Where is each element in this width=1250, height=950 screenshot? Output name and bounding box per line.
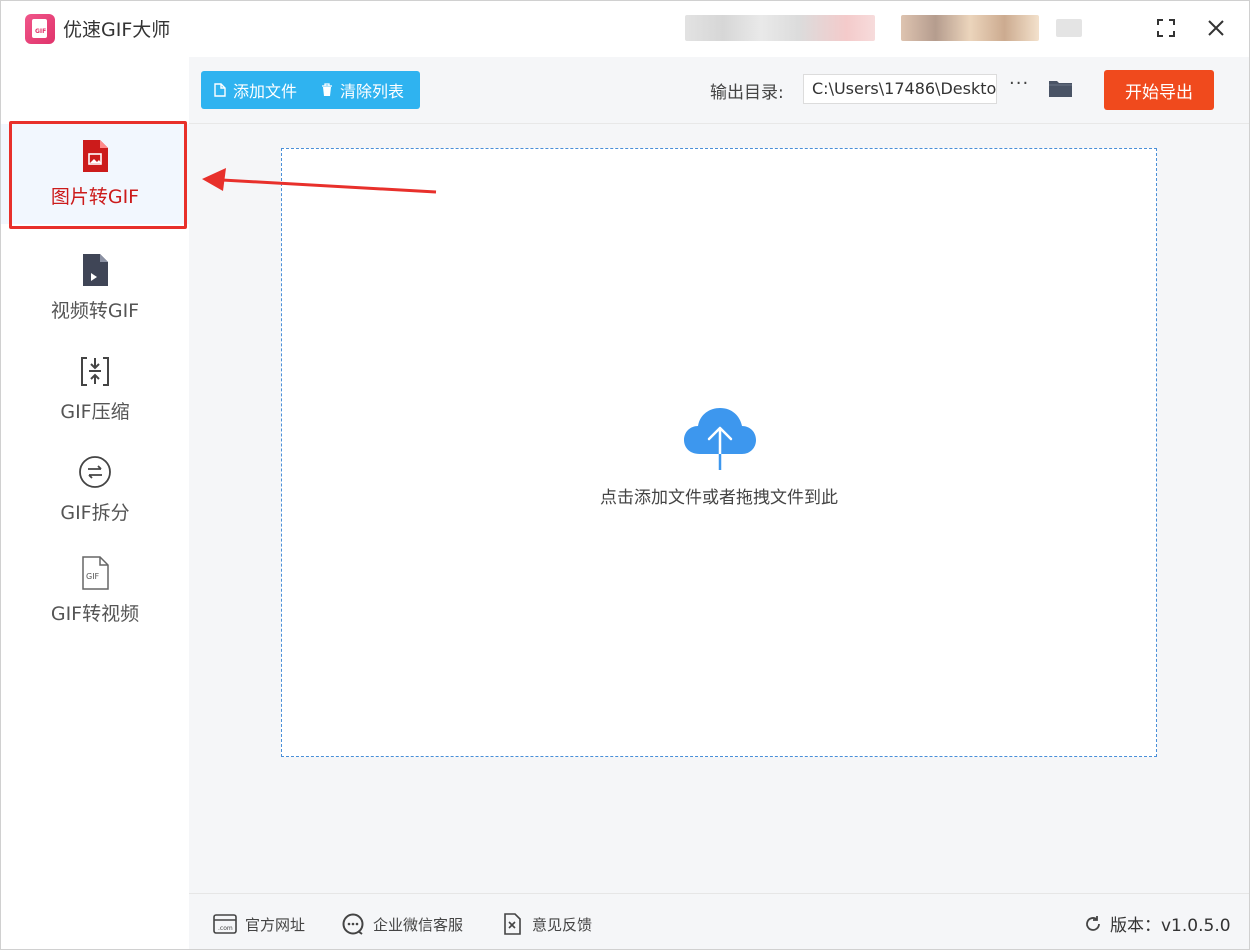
close-icon [1208, 20, 1224, 36]
split-icon [78, 454, 112, 490]
sidebar-item-gif-compress[interactable]: GIF压缩 [1, 339, 189, 439]
website-label: 官方网址 [245, 915, 306, 934]
file-button-group: 添加文件 清除列表 [201, 71, 420, 109]
sidebar-item-label: GIF转视频 [50, 603, 140, 625]
sidebar-item-gif-to-video[interactable]: GIF GIF转视频 [1, 541, 189, 641]
app-title: 优速GIF大师 [63, 19, 171, 41]
add-file-label: 添加文件 [233, 82, 298, 101]
feedback-icon [504, 913, 521, 935]
sidebar-item-video-to-gif[interactable]: 视频转GIF [1, 238, 189, 338]
wechat-support-link[interactable]: 企业微信客服 [341, 913, 463, 935]
feedback-link[interactable]: 意见反馈 [500, 913, 592, 935]
clear-list-button[interactable]: 清除列表 [321, 71, 404, 109]
app-logo-text: GIF [35, 28, 47, 35]
main-panel: 添加文件 清除列表 输出目录: C:\Users\17486\Deskto ··… [189, 57, 1249, 949]
blurred-menu [1056, 19, 1082, 37]
website-icon: .com [213, 914, 237, 934]
feedback-label: 意见反馈 [532, 915, 593, 934]
chat-icon [342, 913, 364, 935]
app-window: GIF 优速GIF大师 图片转GIF 视频转GIF GIF压缩 GIF拆分 GI… [0, 0, 1250, 950]
start-export-button[interactable]: 开始导出 [1104, 70, 1214, 110]
video-file-icon [78, 252, 112, 288]
sidebar-item-label: GIF压缩 [60, 401, 130, 423]
sidebar-item-gif-split[interactable]: GIF拆分 [1, 440, 189, 540]
sidebar-item-label: GIF拆分 [60, 502, 130, 524]
version-info: 版本：v1.0.5.0 [1083, 911, 1231, 936]
output-directory-field[interactable]: C:\Users\17486\Deskto [803, 74, 997, 104]
browse-more-button[interactable]: ··· [1009, 73, 1029, 94]
close-button[interactable] [1201, 13, 1231, 43]
svg-text:GIF: GIF [86, 572, 100, 581]
gif-file-icon: GIF [78, 555, 112, 591]
official-website-link[interactable]: .com 官方网址 [213, 913, 305, 935]
app-logo-icon: GIF [25, 14, 55, 44]
footer-bar: .com 官方网址 企业微信客服 意见反馈 版本：v1.0.5.0 [189, 893, 1249, 949]
annotation-highlight-box [9, 121, 187, 229]
sidebar-item-label: 视频转GIF [50, 300, 140, 322]
file-icon [214, 83, 226, 97]
compress-icon [78, 353, 112, 389]
output-directory-label: 输出目录: [710, 83, 784, 103]
svg-text:.com: .com [218, 925, 233, 932]
blurred-account-info [685, 15, 875, 41]
trash-icon [322, 83, 333, 96]
add-file-button[interactable]: 添加文件 [214, 71, 297, 109]
maximize-icon [1157, 19, 1175, 37]
blurred-user-avatar [901, 15, 1039, 41]
refresh-icon[interactable] [1083, 914, 1103, 934]
maximize-button[interactable] [1151, 13, 1181, 43]
title-bar: GIF 优速GIF大师 [1, 1, 1249, 57]
wechat-label: 企业微信客服 [373, 915, 464, 934]
clear-list-label: 清除列表 [340, 82, 405, 101]
drop-zone-hint: 点击添加文件或者拖拽文件到此 [600, 488, 838, 508]
cloud-upload-icon [684, 408, 756, 472]
toolbar: 添加文件 清除列表 输出目录: C:\Users\17486\Deskto ··… [189, 57, 1249, 124]
version-label: 版本：v1.0.5.0 [1110, 916, 1231, 936]
file-drop-zone[interactable]: 点击添加文件或者拖拽文件到此 [281, 148, 1157, 757]
folder-icon[interactable] [1048, 79, 1073, 98]
